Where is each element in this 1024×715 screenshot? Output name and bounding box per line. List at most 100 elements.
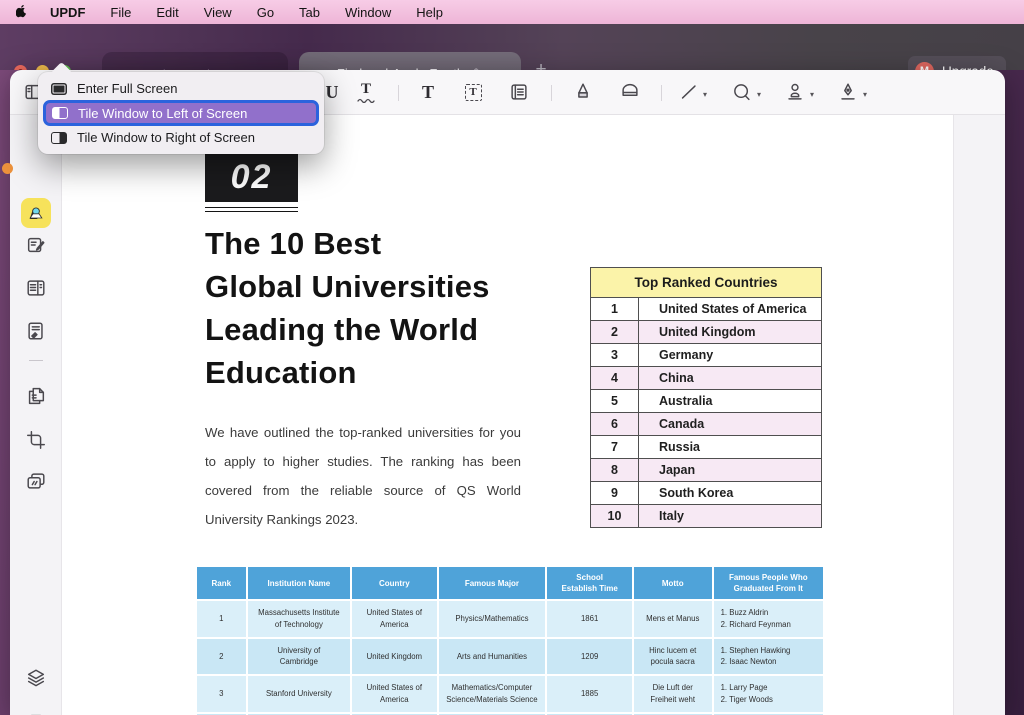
table-cell: 7 bbox=[591, 436, 639, 459]
macos-menu-bar: UPDF File Edit View Go Tab Window Help bbox=[0, 0, 1024, 24]
chevron-down-icon[interactable]: ▾ bbox=[757, 90, 761, 99]
table-cell: 2 bbox=[197, 639, 246, 674]
toolbar-separator bbox=[661, 85, 662, 101]
column-header: Famous Major bbox=[439, 567, 546, 599]
table-cell: Italy bbox=[639, 505, 822, 528]
table-row: 7Russia bbox=[591, 436, 822, 459]
table-cell: Die Luft der Freiheit weht bbox=[634, 676, 712, 711]
pdf-page[interactable]: 02 The 10 Best Global Universities Leadi… bbox=[62, 115, 953, 715]
window-menu-items: Enter Full Screen Tile Window to Left of … bbox=[43, 77, 319, 149]
table-row: 6Canada bbox=[591, 413, 822, 436]
menu-item-updf[interactable]: UPDF bbox=[50, 5, 85, 20]
table-cell: South Korea bbox=[639, 482, 822, 505]
chapter-underline bbox=[205, 207, 298, 212]
universities-table-body: 1Massachusetts Institute of TechnologyUn… bbox=[197, 601, 823, 715]
table-cell: 1 bbox=[197, 601, 246, 636]
signature-icon[interactable] bbox=[836, 80, 860, 104]
table-cell: Mens et Manus bbox=[634, 601, 712, 636]
chevron-down-icon[interactable]: ▾ bbox=[703, 90, 707, 99]
menu-item-help[interactable]: Help bbox=[416, 5, 443, 20]
ellipse-shape-icon[interactable] bbox=[730, 80, 754, 104]
column-header: School Establish Time bbox=[547, 567, 632, 599]
chapter-number: 02 bbox=[205, 152, 298, 202]
table-cell: Mathematics/Computer Science/Materials S… bbox=[439, 676, 546, 711]
fill-sign-icon[interactable] bbox=[24, 319, 48, 343]
chevron-down-icon[interactable]: ▾ bbox=[810, 90, 814, 99]
chevron-down-icon[interactable]: ▾ bbox=[863, 90, 867, 99]
table-row: 1United States of America bbox=[591, 298, 822, 321]
table-cell: United Kingdom bbox=[639, 321, 822, 344]
edit-page-icon[interactable] bbox=[24, 233, 48, 257]
countries-table-body: 1United States of America2United Kingdom… bbox=[591, 298, 822, 528]
column-header: Rank bbox=[197, 567, 246, 599]
sticky-note-icon[interactable] bbox=[507, 80, 531, 104]
extract-pages-icon[interactable] bbox=[24, 384, 48, 408]
updf-window: U T T T ▾ ▾ bbox=[10, 70, 1005, 715]
rail-divider bbox=[29, 360, 43, 361]
table-cell: 10 bbox=[591, 505, 639, 528]
table-cell: Russia bbox=[639, 436, 822, 459]
line-shape-icon[interactable] bbox=[677, 80, 701, 104]
slideshow-icon[interactable] bbox=[24, 469, 48, 493]
table-row: 1Massachusetts Institute of TechnologyUn… bbox=[197, 601, 823, 636]
menu-item-tile-window-to-right-of-screen[interactable]: Tile Window to Right of Screen bbox=[43, 126, 319, 149]
table-cell: 1. Buzz Aldrin 2. Richard Feynman bbox=[714, 601, 823, 636]
table-cell: Hinc lucem et pocula sacra bbox=[634, 639, 712, 674]
apple-icon[interactable] bbox=[16, 4, 30, 20]
stamp-icon[interactable] bbox=[783, 80, 807, 104]
menu-item-edit[interactable]: Edit bbox=[156, 5, 178, 20]
universities-table-head: RankInstitution NameCountryFamous MajorS… bbox=[197, 567, 823, 599]
table-cell: 3 bbox=[591, 344, 639, 367]
table-cell: Australia bbox=[639, 390, 822, 413]
add-text-icon[interactable]: T bbox=[416, 80, 440, 104]
squiggly-text-icon[interactable]: T bbox=[354, 80, 378, 104]
table-cell: 8 bbox=[591, 459, 639, 482]
toolbar-separator bbox=[551, 85, 552, 101]
table-cell: Germany bbox=[639, 344, 822, 367]
table-row: 5Australia bbox=[591, 390, 822, 413]
right-tool-rail: OCR bbox=[953, 115, 1005, 715]
table-row: 8Japan bbox=[591, 459, 822, 482]
reader-view-icon[interactable] bbox=[24, 276, 48, 300]
table-cell: 5 bbox=[591, 390, 639, 413]
table-cell: 1861 bbox=[547, 601, 632, 636]
menu-item-tab[interactable]: Tab bbox=[299, 5, 320, 20]
menu-item-label: Tile Window to Right of Screen bbox=[77, 130, 255, 145]
window-menu-popup: Enter Full Screen Tile Window to Left of … bbox=[38, 72, 324, 154]
universities-table: RankInstitution NameCountryFamous MajorS… bbox=[195, 565, 825, 715]
table-cell: United Kingdom bbox=[352, 639, 436, 674]
highlighter-icon[interactable] bbox=[571, 80, 595, 104]
table-cell: Japan bbox=[639, 459, 822, 482]
tile-window-right-icon bbox=[51, 132, 67, 144]
table-row: 2United Kingdom bbox=[591, 321, 822, 344]
crop-page-icon[interactable] bbox=[24, 428, 48, 452]
menu-item-view[interactable]: View bbox=[204, 5, 232, 20]
document-title: The 10 Best Global Universities Leading … bbox=[205, 222, 490, 394]
bookmark-icon[interactable] bbox=[24, 711, 48, 715]
column-header: Famous People Who Graduated From It bbox=[714, 567, 823, 599]
table-cell: 1 bbox=[591, 298, 639, 321]
menu-item-go[interactable]: Go bbox=[257, 5, 274, 20]
table-cell: Canada bbox=[639, 413, 822, 436]
menu-item-label: Enter Full Screen bbox=[77, 81, 177, 96]
table-cell: United States of America bbox=[639, 298, 822, 321]
column-header: Institution Name bbox=[248, 567, 351, 599]
annotate-pencil-icon[interactable] bbox=[21, 198, 51, 228]
countries-table: Top Ranked Countries 1United States of A… bbox=[590, 267, 822, 528]
table-cell: Massachusetts Institute of Technology bbox=[248, 601, 351, 636]
menu-item-enter-full-screen[interactable]: Enter Full Screen bbox=[43, 77, 319, 100]
layers-icon[interactable] bbox=[24, 666, 48, 690]
table-cell: 1885 bbox=[547, 676, 632, 711]
eraser-icon[interactable] bbox=[618, 80, 642, 104]
text-box-icon[interactable]: T bbox=[461, 80, 485, 104]
menu-bar-items: UPDF File Edit View Go Tab Window Help bbox=[50, 5, 468, 20]
table-row: 3Stanford UniversityUnited States of Ame… bbox=[197, 676, 823, 711]
menu-item-window[interactable]: Window bbox=[345, 5, 391, 20]
table-cell: 1. Larry Page 2. Tiger Woods bbox=[714, 676, 823, 711]
table-cell: United States of America bbox=[352, 601, 436, 636]
menu-item-file[interactable]: File bbox=[110, 5, 131, 20]
table-cell: 3 bbox=[197, 676, 246, 711]
table-row: 3Germany bbox=[591, 344, 822, 367]
column-header: Country bbox=[352, 567, 436, 599]
menu-item-tile-window-to-left-of-screen[interactable]: Tile Window to Left of Screen bbox=[43, 100, 319, 126]
